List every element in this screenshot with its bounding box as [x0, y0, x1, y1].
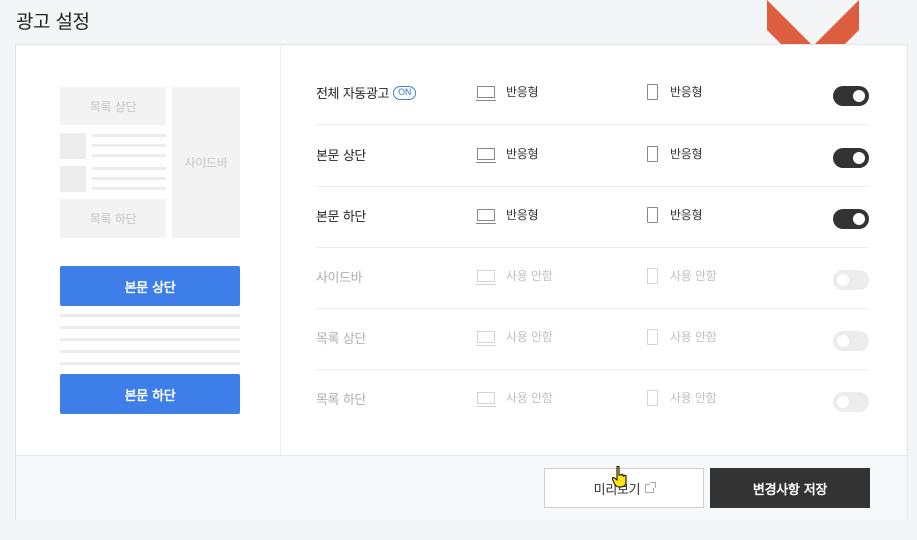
mobile-icon — [647, 145, 658, 162]
toggle-switch[interactable] — [833, 392, 869, 412]
pc-setting[interactable]: 사용 안함 — [476, 328, 553, 346]
mobile-setting-text: 사용 안함 — [670, 391, 717, 405]
pc-setting[interactable]: 반응형 — [476, 206, 539, 224]
mobile-icon — [647, 83, 658, 100]
mobile-setting-text: 사용 안함 — [670, 269, 717, 283]
preview-body-line — [60, 338, 240, 341]
toggle-knob — [837, 274, 849, 286]
toggle-knob — [853, 90, 865, 102]
pc-setting[interactable]: 사용 안함 — [476, 267, 553, 285]
toggle-switch[interactable] — [833, 148, 869, 168]
row-label: 본문 하단 — [316, 210, 366, 225]
preview-line — [92, 167, 166, 170]
preview-body-line — [60, 326, 240, 329]
mobile-icon — [647, 389, 658, 406]
action-footer: 미리보기 변경사항 저장 — [16, 455, 907, 520]
layout-preview: 목록 상단 사이드바 목록 하단 본문 상단 본문 하단 — [16, 45, 281, 455]
toggle-knob — [837, 335, 849, 347]
setting-row-auto-ads: 전체 자동광고 ON 반응형 반응형 — [316, 63, 869, 125]
ad-slot-settings: 전체 자동광고 ON 반응형 반응형 본문 상단 반응형 반응형 본문 하단 반응… — [280, 45, 909, 455]
preview-line — [92, 144, 166, 147]
toggle-knob — [853, 213, 865, 225]
preview-body-line — [60, 350, 240, 353]
mobile-setting-text: 반응형 — [670, 85, 703, 99]
preview-line — [92, 177, 166, 180]
preview-list-top: 목록 상단 — [60, 87, 166, 125]
pc-icon — [476, 330, 496, 346]
preview-thumbnail — [60, 133, 86, 159]
row-label: 본문 상단 — [316, 149, 366, 164]
setting-row-body-bottom: 본문 하단 반응형 반응형 — [316, 186, 869, 248]
mobile-setting-text: 반응형 — [670, 208, 703, 222]
toggle-switch[interactable] — [833, 270, 869, 290]
pc-setting-text: 반응형 — [506, 85, 539, 99]
mobile-setting-text: 반응형 — [670, 147, 703, 161]
mobile-icon — [647, 267, 658, 284]
setting-row-list-bottom: 목록 하단 사용 안함 사용 안함 — [316, 369, 869, 430]
pc-setting[interactable]: 반응형 — [476, 83, 539, 101]
row-label: 전체 자동광고 ON — [316, 83, 417, 102]
row-label: 목록 상단 — [316, 332, 366, 347]
pc-setting[interactable]: 사용 안함 — [476, 389, 553, 407]
pc-setting[interactable]: 반응형 — [476, 145, 539, 163]
preview-sidebar: 사이드바 — [172, 87, 240, 238]
external-link-icon — [645, 481, 657, 493]
toggle-switch[interactable] — [833, 86, 869, 106]
preview-thumbnail — [60, 166, 86, 192]
preview-line — [92, 154, 166, 157]
pointer-cursor-icon — [612, 466, 627, 488]
setting-row-sidebar: 사이드바 사용 안함 사용 안함 — [316, 247, 869, 309]
pc-icon — [476, 269, 496, 285]
mobile-setting[interactable]: 반응형 — [647, 83, 703, 100]
setting-row-body-top: 본문 상단 반응형 반응형 — [316, 125, 869, 187]
row-label: 사이드바 — [316, 271, 363, 286]
pc-setting-text: 사용 안함 — [506, 391, 553, 405]
preview-list-bottom: 목록 하단 — [60, 199, 166, 238]
toggle-switch[interactable] — [833, 331, 869, 351]
ad-settings-panel: 목록 상단 사이드바 목록 하단 본문 상단 본문 하단 전체 자동광고 ON 반… — [15, 44, 908, 520]
mobile-setting-text: 사용 안함 — [670, 330, 717, 344]
page-title: 광고 설정 — [16, 11, 90, 33]
toggle-switch[interactable] — [833, 209, 869, 229]
preview-body-top: 본문 상단 — [60, 266, 240, 306]
save-changes-button[interactable]: 변경사항 저장 — [710, 468, 870, 508]
preview-body-line — [60, 314, 240, 317]
pc-setting-text: 반응형 — [506, 147, 539, 161]
on-badge: ON — [393, 85, 417, 100]
pc-icon — [476, 391, 496, 407]
row-label: 목록 하단 — [316, 393, 366, 408]
pc-icon — [476, 208, 496, 224]
pc-icon — [476, 85, 496, 101]
pc-setting-text: 사용 안함 — [506, 269, 553, 283]
setting-row-list-top: 목록 상단 사용 안함 사용 안함 — [316, 308, 869, 370]
mobile-icon — [647, 206, 658, 223]
preview-body-bottom: 본문 하단 — [60, 374, 240, 414]
toggle-knob — [853, 152, 865, 164]
preview-line — [92, 134, 166, 137]
mobile-icon — [647, 328, 658, 345]
row-label-text: 전체 자동광고 — [316, 87, 390, 102]
pc-setting-text: 사용 안함 — [506, 330, 553, 344]
toggle-knob — [837, 396, 849, 408]
pc-icon — [476, 147, 496, 163]
pc-setting-text: 반응형 — [506, 208, 539, 222]
preview-body-line — [60, 362, 240, 365]
mobile-setting[interactable]: 사용 안함 — [647, 389, 717, 406]
mobile-setting[interactable]: 사용 안함 — [647, 267, 717, 284]
mobile-setting[interactable]: 사용 안함 — [647, 328, 717, 345]
preview-line — [92, 187, 166, 190]
mobile-setting[interactable]: 반응형 — [647, 206, 703, 223]
mobile-setting[interactable]: 반응형 — [647, 145, 703, 162]
